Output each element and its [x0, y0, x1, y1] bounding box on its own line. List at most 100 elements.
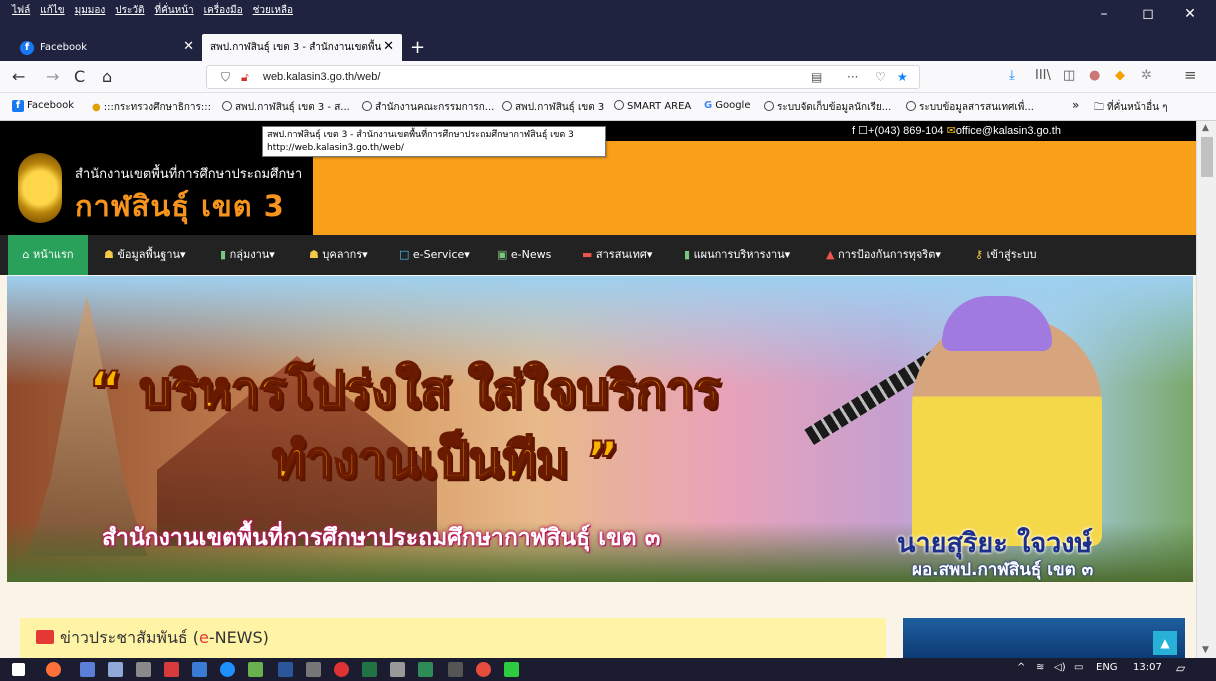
sidebar-icon[interactable]: ◫ [1063, 68, 1075, 83]
bookmark-star-icon[interactable]: ★ [897, 70, 908, 84]
reader-view-icon[interactable]: ▤ [811, 70, 822, 84]
tab-close-icon[interactable]: ✕ [383, 39, 394, 54]
bell-icon: ▲ [826, 248, 838, 261]
chrome-icon[interactable] [476, 662, 491, 677]
close-window-button[interactable]: ✕ [1175, 6, 1205, 22]
app-icon[interactable] [334, 662, 349, 677]
folder-icon[interactable] [192, 662, 207, 677]
word-icon[interactable] [278, 662, 293, 677]
hero-banner[interactable]: “ บริหารโปร่งใส ใส่ใจบริการ ทำงานเป็นทีม… [7, 276, 1193, 582]
scroll-to-top-button[interactable]: ▲ [1153, 631, 1177, 655]
bookmark-item[interactable]: f Facebook [12, 100, 74, 112]
back-button[interactable]: ← [12, 67, 25, 86]
nav-login[interactable]: ⚷ เข้าสู่ระบบ [975, 235, 1037, 275]
app-icon[interactable] [306, 662, 321, 677]
app-icon[interactable] [448, 662, 463, 677]
bookmark-item[interactable]: SMART AREA [614, 100, 691, 112]
line-icon[interactable]: ☐ [858, 125, 868, 137]
url-text[interactable]: web.kalasin3.go.th/web/ [263, 71, 380, 83]
app-icon[interactable] [390, 662, 405, 677]
hamburger-menu-icon[interactable]: ≡ [1184, 66, 1197, 84]
scrollbar-thumb[interactable] [1201, 137, 1213, 177]
nav-management-plan[interactable]: ▮ แผนการบริหารงาน▾ [684, 235, 790, 275]
new-tab-button[interactable]: + [410, 37, 425, 58]
nav-personnel[interactable]: ☗ บุคลากร▾ [309, 235, 368, 275]
nav-information[interactable]: ▬ สารสนเทศ▾ [582, 235, 652, 275]
contact-email[interactable]: office@kalasin3.go.th [956, 125, 1061, 137]
forward-button[interactable]: → [46, 67, 59, 86]
reload-button[interactable]: C [74, 67, 85, 86]
volume-icon[interactable]: ◁) [1054, 662, 1066, 673]
tray-overflow-icon[interactable]: ^ [1017, 662, 1025, 673]
app-icon[interactable] [108, 662, 123, 677]
bookmark-item[interactable]: สพป.กาฬสินธุ์ เขต 3 - ส... [222, 100, 350, 115]
excel-icon[interactable] [362, 662, 377, 677]
shield-icon[interactable]: ⛉ [221, 70, 230, 85]
tab-kalasin3[interactable]: สพป.กาฬสินธุ์ เขต 3 - สำนักงานเขตพื้น ✕ [202, 34, 402, 61]
menu-edit[interactable]: แก้ไข [40, 3, 64, 18]
clock[interactable]: 13:07 [1133, 662, 1162, 673]
bookmark-item[interactable]: ระบบข้อมูลสารสนเทศเพื่... [906, 100, 1034, 115]
battery-icon[interactable]: ▭ [1074, 662, 1083, 673]
globe-icon [222, 101, 232, 111]
edge-icon[interactable] [220, 662, 235, 677]
notifications-icon[interactable]: ▱ [1176, 661, 1185, 675]
app-icon[interactable] [136, 662, 151, 677]
header-title[interactable]: กาฬสินธุ์ เขต 3 [75, 183, 285, 229]
facebook-icon[interactable]: f [852, 125, 855, 137]
minimize-button[interactable]: – [1089, 6, 1119, 22]
side-widget [903, 618, 1185, 658]
menu-help[interactable]: ช่วยเหลือ [253, 3, 293, 18]
pdf-icon[interactable] [164, 662, 179, 677]
menu-bookmarks[interactable]: ที่คั่นหน้า [155, 3, 194, 18]
tooltip-title: สพป.กาฬสินธุ์ เขต 3 - สำนักงานเขตพื้นที่… [267, 130, 574, 140]
windows-start-icon[interactable] [12, 663, 25, 676]
line-app-icon[interactable] [504, 662, 519, 677]
menu-file[interactable]: ไฟล์ [12, 3, 30, 18]
language-indicator[interactable]: ENG [1096, 662, 1118, 673]
tab-close-icon[interactable]: ✕ [183, 39, 194, 54]
menu-view[interactable]: มุมมอง [75, 3, 106, 18]
tab-label: สพป.กาฬสินธุ์ เขต 3 - สำนักงานเขตพื้น [210, 42, 382, 53]
bookmark-item[interactable]: สพป.กาฬสินธุ์ เขต 3 [502, 100, 604, 115]
home-button[interactable]: ⌂ [102, 67, 112, 86]
nav-anti-corruption[interactable]: ▲ การป้องกันการทุจริต▾ [826, 235, 941, 275]
extension-icon[interactable]: ● [1089, 68, 1100, 83]
nav-e-service[interactable]: □ e-Service▾ [399, 235, 470, 275]
nav-work-groups[interactable]: ▮ กลุ่มงาน▾ [220, 235, 275, 275]
download-icon[interactable]: ⤓ [1009, 68, 1015, 83]
scroll-down-icon[interactable]: ▼ [1202, 645, 1209, 655]
obec-emblem-logo[interactable] [18, 153, 62, 223]
nav-basic-info[interactable]: ☗ ข้อมูลพื้นฐาน▾ [104, 235, 186, 275]
app-icon[interactable] [418, 662, 433, 677]
library-icon[interactable]: III\ [1035, 68, 1051, 83]
news-heading-suffix: -NEWS) [208, 628, 269, 647]
menu-tools[interactable]: เครื่องมือ [204, 3, 243, 18]
nav-home[interactable]: ⌂ หน้าแรก [8, 235, 88, 275]
bookmark-item[interactable]: ●:::กระทรวงศึกษาธิการ::: [92, 100, 211, 115]
app-icon[interactable] [80, 662, 95, 677]
other-bookmarks[interactable]: 🗀︎ ที่คั่นหน้าอื่น ๆ [1094, 100, 1168, 117]
url-bar[interactable]: ⛉ 🔓︎ web.kalasin3.go.th/web/ ▤ ··· ♡ ★ [206, 65, 920, 89]
bookmark-item[interactable]: สำนักงานคณะกรรมการก... [362, 100, 494, 115]
extension-icon[interactable]: ◆ [1115, 68, 1125, 83]
extension-icon[interactable]: ✲ [1141, 68, 1152, 83]
maximize-button[interactable]: ◻ [1133, 6, 1163, 22]
monitor-icon: □ [399, 248, 413, 261]
bookmark-item[interactable]: G Google [704, 100, 750, 111]
insecure-lock-icon[interactable]: 🔓︎ [241, 70, 249, 85]
firefox-icon[interactable] [46, 662, 61, 677]
app-icon[interactable] [248, 662, 263, 677]
pocket-icon[interactable]: ♡ [875, 70, 886, 84]
nav-e-news[interactable]: ▣ e-News [497, 235, 551, 275]
page-actions-icon[interactable]: ··· [847, 70, 858, 84]
clipboard-icon: ▮ [684, 248, 694, 261]
wifi-icon[interactable]: ≋ [1036, 662, 1044, 673]
tab-facebook[interactable]: f Facebook ✕ [12, 34, 202, 61]
bookmark-item[interactable]: ระบบจัดเก็บข้อมูลนักเรีย... [764, 100, 891, 115]
bookmark-label: SMART AREA [627, 101, 692, 112]
page-scrollbar[interactable]: ▲ ▼ [1196, 121, 1216, 658]
bookmarks-overflow-icon[interactable]: » [1072, 98, 1079, 112]
scroll-up-icon[interactable]: ▲ [1202, 123, 1209, 133]
menu-history[interactable]: ประวัติ [115, 3, 144, 18]
